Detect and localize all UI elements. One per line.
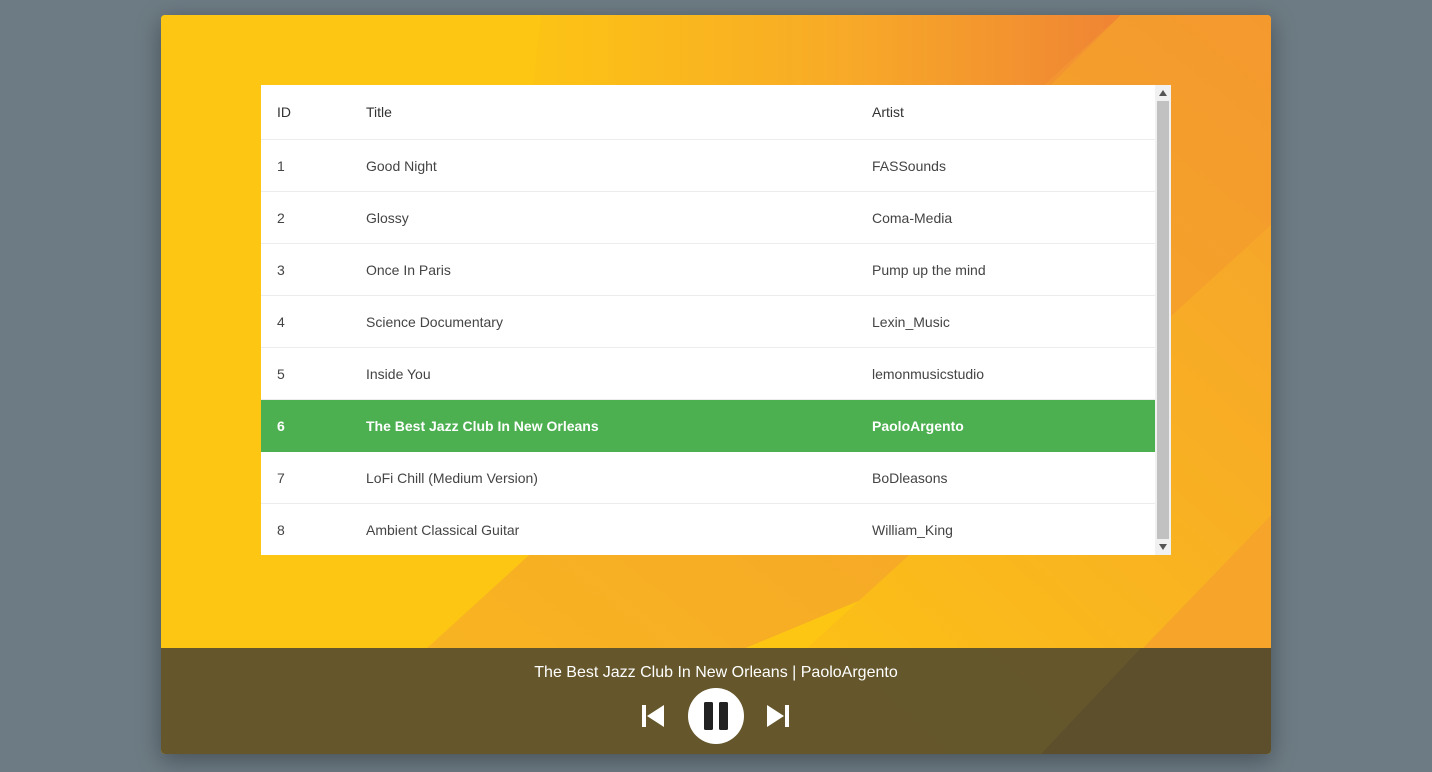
table-row[interactable]: 1 Good Night FASSounds <box>261 140 1155 192</box>
player-controls-bar: The Best Jazz Club In New Orleans | Paol… <box>161 648 1271 754</box>
scroll-up-arrow-icon[interactable] <box>1155 85 1171 101</box>
column-header-artist: Artist <box>872 104 904 120</box>
table-row[interactable]: 5 Inside You lemonmusicstudio <box>261 348 1155 400</box>
skip-next-icon <box>767 705 789 727</box>
track-artist: PaoloArgento <box>872 417 964 434</box>
track-title: Science Documentary <box>366 313 503 330</box>
table-row[interactable]: 4 Science Documentary Lexin_Music <box>261 296 1155 348</box>
skip-previous-icon <box>642 705 664 727</box>
track-artist: Coma-Media <box>872 209 953 226</box>
track-id: 2 <box>277 209 285 226</box>
track-title: Good Night <box>366 157 437 174</box>
track-id: 3 <box>277 261 285 278</box>
table-row[interactable]: 7 LoFi Chill (Medium Version) BoDleasons <box>261 452 1155 504</box>
track-artist: BoDleasons <box>872 469 948 486</box>
scroll-down-arrow-icon[interactable] <box>1155 539 1171 555</box>
column-header-title: Title <box>366 104 392 120</box>
track-title: Ambient Classical Guitar <box>366 521 520 538</box>
previous-track-button[interactable] <box>639 702 667 730</box>
track-title: Glossy <box>366 209 409 226</box>
track-title: LoFi Chill (Medium Version) <box>366 469 538 486</box>
now-playing-text: The Best Jazz Club In New Orleans | Paol… <box>534 664 898 681</box>
table-scrollbar[interactable] <box>1155 85 1171 555</box>
pause-icon <box>704 702 728 730</box>
table-row-active[interactable]: 6 The Best Jazz Club In New Orleans Paol… <box>261 400 1155 452</box>
track-id: 8 <box>277 521 285 538</box>
track-artist: William_King <box>872 521 953 538</box>
playlist-table: ID Title Artist 1 Good Night FASSounds 2… <box>261 85 1171 555</box>
scrollbar-thumb[interactable] <box>1157 101 1169 539</box>
play-pause-button[interactable] <box>688 688 744 744</box>
track-title: Inside You <box>366 365 431 382</box>
track-title: The Best Jazz Club In New Orleans <box>366 417 599 434</box>
track-id: 7 <box>277 469 285 486</box>
table-row[interactable]: 2 Glossy Coma-Media <box>261 192 1155 244</box>
track-id: 6 <box>277 417 285 434</box>
table-row[interactable]: 3 Once In Paris Pump up the mind <box>261 244 1155 296</box>
track-id: 5 <box>277 365 285 382</box>
track-id: 1 <box>277 157 285 174</box>
track-artist: Pump up the mind <box>872 261 986 278</box>
table-row[interactable]: 8 Ambient Classical Guitar William_King <box>261 504 1155 555</box>
music-player: ID Title Artist 1 Good Night FASSounds 2… <box>161 15 1271 754</box>
playback-controls <box>161 688 1271 744</box>
track-artist: Lexin_Music <box>872 313 950 330</box>
track-artist: lemonmusicstudio <box>872 365 985 382</box>
track-title: Once In Paris <box>366 261 451 278</box>
playlist-table-body: ID Title Artist 1 Good Night FASSounds 2… <box>261 85 1155 555</box>
track-id: 4 <box>277 313 285 330</box>
track-artist: FASSounds <box>872 157 946 174</box>
next-track-button[interactable] <box>764 702 792 730</box>
column-header-id: ID <box>277 104 291 120</box>
table-header-row: ID Title Artist <box>261 85 1155 140</box>
